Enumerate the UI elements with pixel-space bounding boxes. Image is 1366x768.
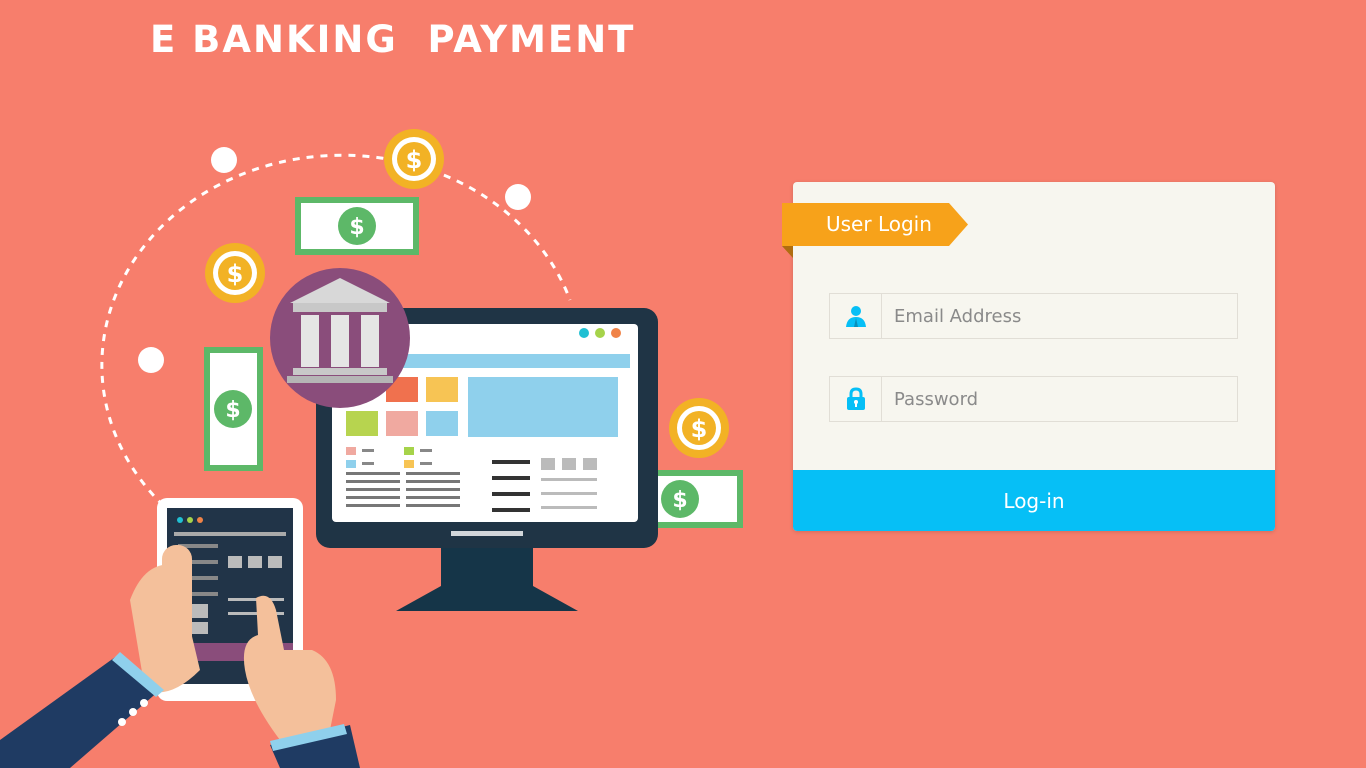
dollar-sign: $ (691, 415, 708, 443)
banking-illustration: $ $ $ $ $ $ (0, 129, 743, 768)
banknote-icon: $ (295, 197, 419, 255)
dollar-sign: $ (225, 398, 240, 423)
login-button[interactable]: Log-in (793, 470, 1275, 531)
dollar-sign: $ (672, 488, 687, 513)
dollar-sign: $ (227, 260, 244, 288)
tablet-with-hands (0, 498, 360, 768)
page-title: E BANKING PAYMENT (150, 18, 636, 61)
dollar-sign: $ (406, 146, 423, 174)
banknote-icon: $ (204, 347, 263, 471)
lock-icon (830, 377, 882, 421)
coin-icon: $ (205, 243, 265, 303)
email-field (829, 293, 1245, 339)
bank-building-icon (270, 268, 410, 408)
dollar-sign: $ (349, 215, 364, 240)
login-ribbon-label: User Login (826, 212, 932, 236)
banknote-icon: $ (650, 470, 743, 528)
email-input[interactable] (883, 294, 1245, 338)
ribbon-fold (782, 246, 793, 258)
coin-icon: $ (384, 129, 444, 189)
password-field (829, 376, 1245, 422)
coin-icon: $ (669, 398, 729, 458)
user-icon (830, 294, 882, 338)
password-input[interactable] (883, 377, 1245, 421)
